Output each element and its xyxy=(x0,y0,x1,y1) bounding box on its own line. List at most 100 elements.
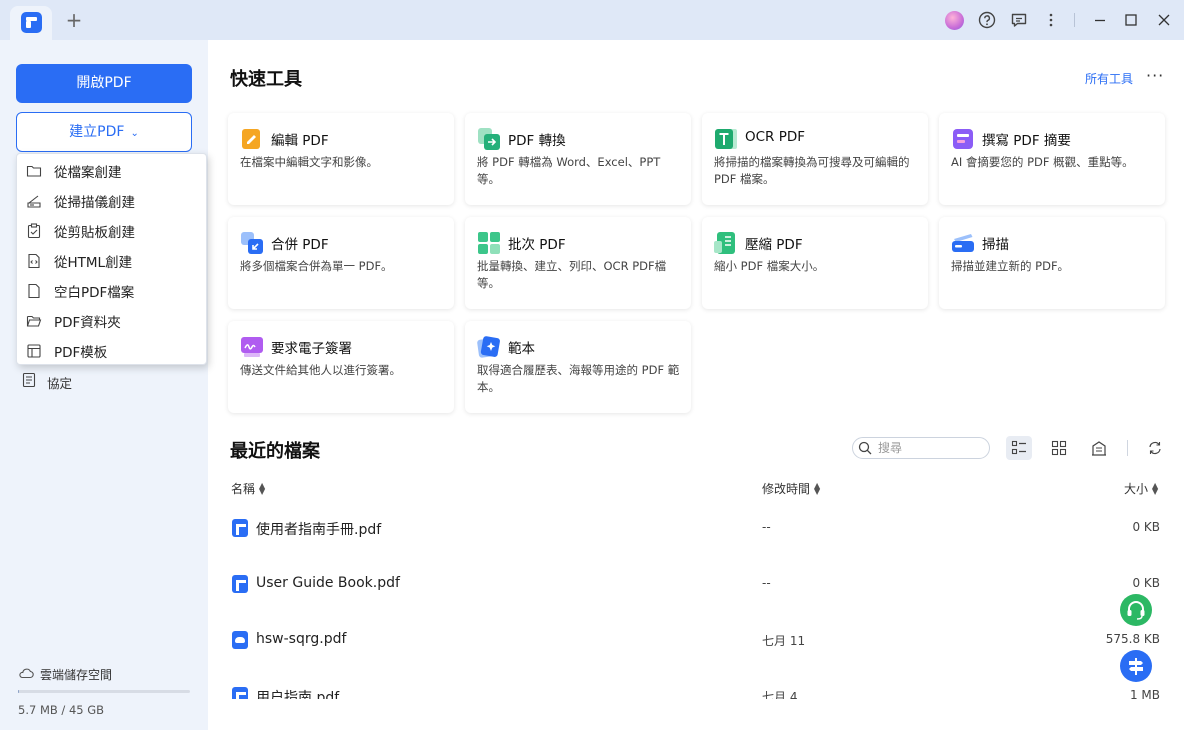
document-icon xyxy=(22,372,36,392)
more-options-button[interactable]: ··· xyxy=(1146,66,1164,85)
cloud-storage-link[interactable]: 雲端儲存空間 xyxy=(18,666,112,683)
cloud-icon xyxy=(18,667,34,683)
tool-card-compress-pdf[interactable]: 壓縮 PDF 縮小 PDF 檔案大小。 xyxy=(702,217,928,309)
file-size: 575.8 KB xyxy=(1105,632,1160,646)
file-row[interactable]: 使用者指南手冊.pdf -- 0 KB xyxy=(230,519,1164,575)
all-tools-link[interactable]: 所有工具 xyxy=(1085,70,1133,87)
blank-file-icon xyxy=(26,283,42,299)
column-header-size[interactable]: 大小 ▲ ▼ xyxy=(1124,480,1158,497)
maximize-icon[interactable] xyxy=(1121,10,1141,30)
batch-grid-icon xyxy=(477,231,501,255)
tool-card-title: 批次 PDF xyxy=(508,237,566,253)
column-header-name[interactable]: 名稱 ▲ ▼ xyxy=(231,480,265,497)
storage-progress-bar xyxy=(18,690,190,693)
menu-item-from-clipboard[interactable]: 從剪貼板創建 xyxy=(17,216,206,246)
scanner-icon xyxy=(26,193,42,209)
menu-item-from-file[interactable]: 從檔案創建 xyxy=(17,156,206,186)
refresh-icon xyxy=(1149,441,1161,455)
list-view-icon xyxy=(1011,440,1026,455)
tool-card-summarize-pdf[interactable]: 撰寫 PDF 摘要 AI 會摘要您的 PDF 概觀、重點等。 xyxy=(939,113,1165,205)
tool-card-esign[interactable]: 要求電子簽署 傳送文件給其他人以進行簽署。 xyxy=(228,321,454,413)
refresh-button[interactable] xyxy=(1142,436,1168,460)
tool-card-edit-pdf[interactable]: 編輯 PDF 在檔案中編輯文字和影像。 xyxy=(228,113,454,205)
edit-pdf-icon xyxy=(240,127,264,151)
storage-progress-fill xyxy=(18,690,19,693)
toolbar-divider xyxy=(1127,440,1128,456)
menu-item-pdf-folder[interactable]: PDF資料夾 xyxy=(17,306,206,336)
new-tab-button[interactable]: + xyxy=(64,10,84,30)
create-pdf-menu: 從檔案創建 從掃描儀創建 從剪貼板創建 從HTML創建 空白PDF檔案 PDF資… xyxy=(16,153,207,365)
minimize-icon[interactable] xyxy=(1090,10,1110,30)
tool-card-batch-pdf[interactable]: 批次 PDF 批量轉換、建立、列印、OCR PDF檔等。 xyxy=(465,217,691,309)
tool-card-merge-pdf[interactable]: 合併 PDF 將多個檔案合併為單一 PDF。 xyxy=(228,217,454,309)
file-size: 0 KB xyxy=(1132,576,1160,590)
close-icon[interactable] xyxy=(1154,10,1174,30)
cloud-storage-label: 雲端儲存空間 xyxy=(40,668,113,682)
open-folder-icon xyxy=(26,313,42,329)
create-pdf-button[interactable]: 建立PDF ⌄ xyxy=(16,112,192,152)
template-icon xyxy=(26,343,42,359)
file-modified: -- xyxy=(762,576,771,590)
guide-button[interactable] xyxy=(1120,650,1152,682)
esign-icon xyxy=(240,335,264,359)
grid-view-button[interactable] xyxy=(1046,436,1072,460)
tool-card-desc: 傳送文件給其他人以進行簽署。 xyxy=(240,363,401,377)
tool-card-desc: 將多個檔案合併為單一 PDF。 xyxy=(240,259,393,273)
search-input[interactable] xyxy=(878,440,983,456)
file-name: User Guide Book.pdf xyxy=(256,575,400,591)
menu-item-blank-pdf[interactable]: 空白PDF檔案 xyxy=(17,276,206,306)
tool-card-title: 撰寫 PDF 摘要 xyxy=(982,133,1071,149)
tool-card-desc: 縮小 PDF 檔案大小。 xyxy=(714,259,825,273)
file-name: hsw-sqrg.pdf xyxy=(256,631,347,647)
storage-usage-text: 5.7 MB / 45 GB xyxy=(18,703,105,717)
menu-item-label: 從HTML創建 xyxy=(54,255,133,271)
clipboard-icon xyxy=(26,223,42,239)
create-pdf-label: 建立PDF xyxy=(69,124,125,140)
more-vertical-icon[interactable] xyxy=(1041,10,1061,30)
column-header-label: 修改時間 xyxy=(762,482,811,496)
menu-item-pdf-template[interactable]: PDF模板 xyxy=(17,336,206,366)
open-pdf-button[interactable]: 開啟PDF xyxy=(16,64,192,103)
recent-files-title: 最近的檔案 xyxy=(230,441,320,462)
tool-card-title: 合併 PDF xyxy=(271,237,329,253)
file-name: 用户指南.pdf xyxy=(256,690,340,699)
template-sparkle-icon xyxy=(477,335,501,359)
merge-pdf-icon xyxy=(240,231,264,255)
list-view-button[interactable] xyxy=(1006,436,1032,460)
sidebar: 開啟PDF 建立PDF ⌄ 從檔案創建 從掃描儀創建 從剪貼板創建 從HTML創建… xyxy=(0,40,208,730)
app-logo-icon xyxy=(21,12,42,33)
feedback-icon[interactable] xyxy=(1009,10,1029,30)
folder-icon xyxy=(26,163,42,179)
tool-card-title: 編輯 PDF xyxy=(271,133,329,149)
tool-card-ocr-pdf[interactable]: OCR PDF 將掃描的檔案轉換為可搜尋及可編輯的 PDF 檔案。 xyxy=(702,113,928,205)
tool-card-title: OCR PDF xyxy=(745,129,806,145)
sidebar-item-agreement[interactable]: 協定 xyxy=(22,372,72,392)
tool-card-title: PDF 轉換 xyxy=(508,133,566,149)
tool-card-convert-pdf[interactable]: PDF 轉換 將 PDF 轉檔為 Word、Excel、PPT 等。 xyxy=(465,113,691,205)
file-row[interactable]: User Guide Book.pdf -- 0 KB xyxy=(230,575,1164,631)
search-box[interactable] xyxy=(852,437,990,459)
menu-item-label: PDF資料夾 xyxy=(54,315,121,331)
menu-item-from-scanner[interactable]: 從掃描儀創建 xyxy=(17,186,206,216)
file-modified: -- xyxy=(762,520,771,534)
tool-card-scan[interactable]: 掃描 掃描並建立新的 PDF。 xyxy=(939,217,1165,309)
column-header-label: 大小 xyxy=(1124,482,1149,496)
menu-item-from-html[interactable]: 從HTML創建 xyxy=(17,246,206,276)
file-row[interactable]: hsw-sqrg.pdf 七月 11 575.8 KB xyxy=(230,631,1164,687)
storage-location-button[interactable] xyxy=(1086,436,1112,460)
chevron-down-icon: ⌄ xyxy=(130,128,139,139)
user-avatar[interactable] xyxy=(945,11,964,30)
tool-card-templates[interactable]: 範本 取得適合履歷表、海報等用途的 PDF 範本。 xyxy=(465,321,691,413)
ai-summary-icon xyxy=(951,127,975,151)
sort-icon: ▲ ▼ xyxy=(1152,480,1159,496)
sidebar-item-label: 協定 xyxy=(47,375,73,391)
help-icon[interactable] xyxy=(977,10,997,30)
pdf-file-icon xyxy=(232,575,248,593)
file-modified: 七月 11 xyxy=(762,634,806,648)
convert-pdf-icon xyxy=(477,127,501,151)
file-row[interactable]: 用户指南.pdf 七月 4 1 MB xyxy=(230,687,1164,699)
file-size: 1 MB xyxy=(1129,688,1160,699)
column-header-modified[interactable]: 修改時間 ▲ ▼ xyxy=(762,480,820,497)
customer-support-button[interactable] xyxy=(1120,594,1152,626)
scanner-device-icon xyxy=(951,231,975,255)
